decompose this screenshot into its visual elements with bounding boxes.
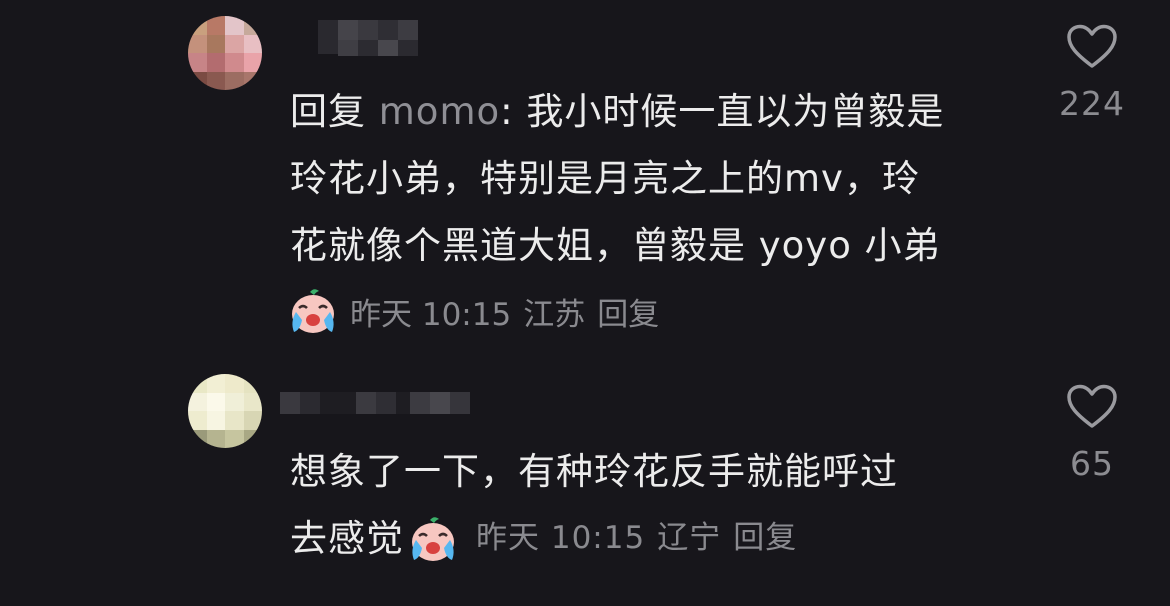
mention-username[interactable]: momo	[379, 90, 500, 133]
avatar[interactable]	[188, 16, 262, 90]
avatar[interactable]	[188, 374, 262, 448]
comment-text: 想象了一下，有种玲花反手就能呼过 去感觉 昨天 10:15 辽宁 回复	[290, 438, 1010, 572]
heart-outline-icon	[1067, 384, 1117, 428]
crying-face-emoji	[408, 514, 458, 564]
comment-line: 回复 momo: 我小时候一直以为曾毅是	[290, 78, 1010, 145]
comment-time: 昨天 10:15	[350, 296, 512, 333]
comment-line: 去感觉 昨天 10:15 辽宁 回复	[290, 505, 1010, 572]
like-count: 224	[1059, 84, 1125, 123]
crying-face-emoji	[288, 286, 338, 336]
username-blurred-row2	[338, 40, 418, 56]
comment-line-text: : 我小时候一直以为曾毅是	[500, 90, 945, 133]
reply-button[interactable]: 回复	[597, 289, 659, 334]
reply-prefix: 回复	[290, 90, 379, 133]
comment-line-text: 去感觉	[290, 517, 404, 560]
comment-line: 玲花小弟，特别是月亮之上的mv，玲	[290, 157, 920, 200]
comment-meta: 昨天 10:15 江苏 回复	[288, 286, 659, 336]
comment-line: 想象了一下，有种玲花反手就能呼过	[290, 450, 898, 493]
comment-location: 辽宁	[657, 520, 722, 556]
comment-meta: 昨天 10:15 辽宁 回复	[476, 505, 797, 572]
like-button[interactable]: 224	[1056, 24, 1128, 123]
comment-time: 昨天 10:15	[476, 520, 646, 556]
comment-location: 江苏	[523, 296, 586, 333]
like-button[interactable]: 65	[1056, 384, 1128, 483]
reply-button[interactable]: 回复	[733, 505, 797, 572]
username-blurred[interactable]	[280, 392, 470, 414]
heart-outline-icon	[1067, 24, 1117, 68]
like-count: 65	[1070, 444, 1114, 483]
comment-text: 回复 momo: 我小时候一直以为曾毅是 玲花小弟，特别是月亮之上的mv，玲 花…	[290, 78, 1010, 279]
comment-line: 花就像个黑道大姐，曾毅是 yoyo 小弟	[290, 224, 941, 267]
